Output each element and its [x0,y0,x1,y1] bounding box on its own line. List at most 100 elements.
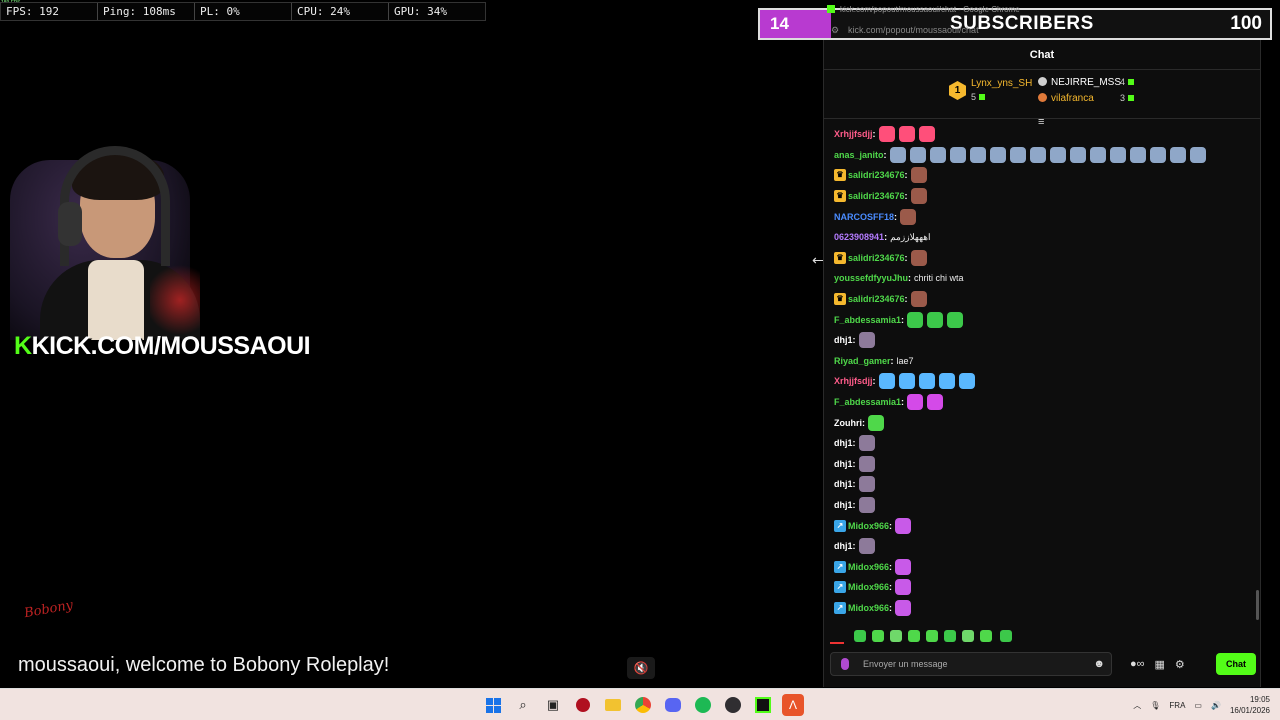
emote-icon[interactable] [900,208,917,225]
emote-icon[interactable] [938,373,955,390]
leader-third[interactable]: vilafranca 3 [1038,93,1135,104]
chrome-icon[interactable] [632,694,654,716]
chat-username[interactable]: Midox966 [848,603,889,613]
chat-username[interactable]: salidri234676 [848,191,905,201]
chat-username[interactable]: Midox966 [848,562,889,572]
tray-overflow-icon[interactable]: ︿ [1133,700,1141,711]
emote-icon[interactable] [926,630,938,642]
emote-icon[interactable] [910,167,927,184]
language-indicator[interactable]: FRA [1169,701,1185,710]
emote-icon[interactable] [878,126,895,143]
emote-icon[interactable] [895,579,912,596]
chat-username[interactable]: anas_janito [834,150,884,160]
kick-app-icon[interactable] [752,694,774,716]
leader-second[interactable]: NEJIRRE_MSS 4 [1038,77,1135,88]
emote-icon[interactable] [1089,146,1106,163]
emote-icon[interactable] [918,373,935,390]
emote-icon[interactable] [918,126,935,143]
emote-icon[interactable] [1029,146,1046,163]
start-menu-icon[interactable] [482,694,504,716]
discord-icon[interactable] [662,694,684,716]
emote-icon[interactable] [858,332,875,349]
chat-username[interactable]: dhj1 [834,459,853,469]
address-bar[interactable]: ⚙ kick.com/popout/moussaoui/chat [824,25,1260,39]
chat-username[interactable]: Zouhri [834,418,862,428]
points-icon[interactable]: ●∞ [1130,658,1145,670]
emote-icon[interactable] [858,435,875,452]
emote-icon[interactable] [1149,146,1166,163]
chat-username[interactable]: salidri234676 [848,253,905,263]
mute-icon[interactable]: 🔇 [627,657,655,679]
emote-icon[interactable] [898,126,915,143]
emote-icon[interactable] [854,630,866,642]
chat-username[interactable]: F_abdessamia1 [834,397,901,407]
leader-first-name[interactable]: Lynx_yns_SH [971,78,1032,89]
send-chat-button[interactable]: Chat [1216,653,1256,675]
chat-username[interactable]: dhj1 [834,541,853,551]
emote-icon[interactable] [895,558,912,575]
emote-icon[interactable] [908,630,920,642]
emote-icon[interactable] [1000,630,1012,642]
emote-icon[interactable] [898,373,915,390]
app-orange-icon[interactable]: Λ [782,694,804,716]
chat-username[interactable]: F_abdessamia1 [834,315,901,325]
task-view-icon[interactable]: ▣ [542,694,564,716]
chat-username[interactable]: Xrhjjfsdjj [834,376,873,386]
emote-icon[interactable] [907,311,924,328]
chat-username[interactable]: dhj1 [834,335,853,345]
spotify-icon[interactable] [692,694,714,716]
emote-icon[interactable] [1009,146,1026,163]
emote-icon[interactable] [872,630,884,642]
emote-icon[interactable] [895,599,912,616]
chat-username[interactable]: salidri234676 [848,170,905,180]
chat-username[interactable]: Riyad_gamer [834,356,891,366]
clock[interactable]: 19:05 16/01/2026 [1230,694,1270,716]
chat-username[interactable]: 0623908941 [834,232,884,242]
chat-username[interactable]: Xrhjjfsdjj [834,129,873,139]
chat-username[interactable]: NARCOSFF18 [834,212,894,222]
obs-icon[interactable] [722,694,744,716]
emote-icon[interactable] [868,414,884,431]
chat-username[interactable]: salidri234676 [848,294,905,304]
emote-icon[interactable] [890,630,902,642]
emote-icon[interactable] [969,146,986,163]
emote-icon[interactable] [1109,146,1126,163]
emote-icon[interactable] [878,373,895,390]
chat-scrollbar[interactable] [1256,590,1259,620]
emoji-picker-icon[interactable]: ☻ [1093,658,1105,670]
network-icon[interactable]: ▭ [1194,701,1202,710]
gift-icon[interactable]: ▦ [1155,658,1165,671]
chat-username[interactable]: dhj1 [834,438,853,448]
voice-icon[interactable] [841,658,849,670]
emote-icon[interactable] [889,146,906,163]
chat-message-input[interactable] [863,653,1093,675]
emote-icon[interactable] [1049,146,1066,163]
emote-icon[interactable] [858,496,875,513]
emote-icon[interactable] [858,455,875,472]
emote-icon[interactable] [858,538,875,555]
emote-icon[interactable] [910,188,927,205]
chat-username[interactable]: dhj1 [834,479,853,489]
emote-icon[interactable] [929,146,946,163]
emote-icon[interactable] [1189,146,1206,163]
emote-icon[interactable] [927,311,944,328]
emote-icon[interactable] [949,146,966,163]
emote-icon[interactable] [927,394,944,411]
settings-gear-icon[interactable]: ⚙ [1175,658,1185,671]
volume-icon[interactable]: 🔊 [1211,701,1221,710]
file-explorer-icon[interactable] [602,694,624,716]
emote-icon[interactable] [858,476,875,493]
chat-username[interactable]: Midox966 [848,582,889,592]
emote-icon[interactable] [1169,146,1186,163]
emote-icon[interactable] [907,394,924,411]
microphone-icon[interactable]: 🎙 [1150,701,1160,710]
emote-icon[interactable] [980,630,992,642]
chat-username[interactable]: Midox966 [848,521,889,531]
emote-icon[interactable] [910,291,927,308]
emote-icon[interactable] [944,630,956,642]
emote-icon[interactable] [909,146,926,163]
site-settings-icon[interactable]: ⚙ [831,25,839,36]
chat-input-box[interactable]: ☻ [830,652,1112,676]
emote-icon[interactable] [958,373,975,390]
app-red-icon[interactable] [572,694,594,716]
